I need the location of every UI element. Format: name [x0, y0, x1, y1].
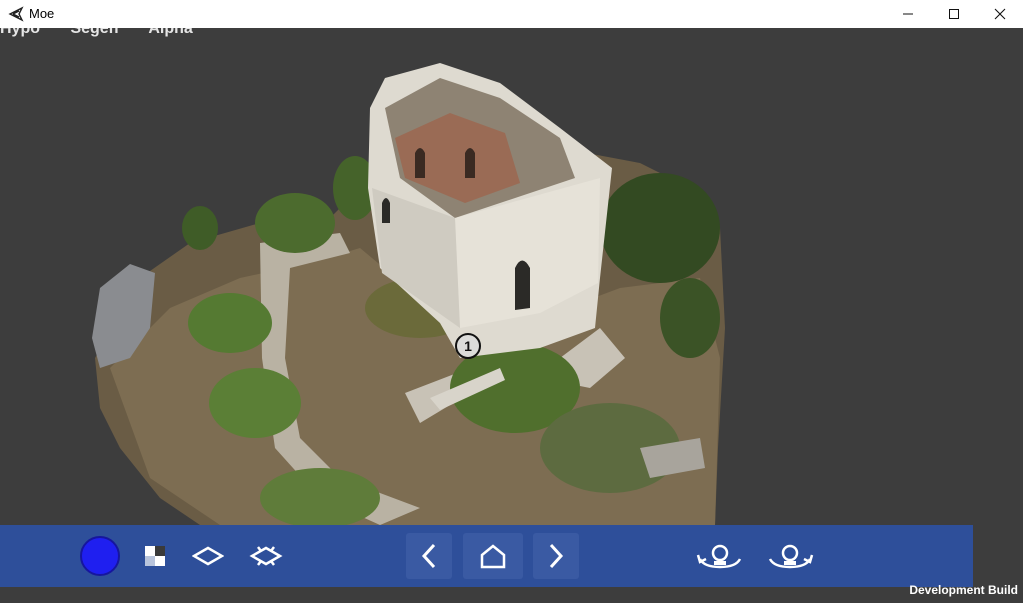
checker-icon: [145, 546, 165, 566]
window-title: Moe: [29, 6, 55, 21]
rotate-left-icon: [696, 544, 742, 569]
maximize-icon: [949, 9, 959, 19]
annotation-marker[interactable]: 1: [455, 333, 481, 359]
home-icon: [480, 544, 506, 569]
spiky-diamond-icon: [249, 546, 283, 566]
view-mode-button[interactable]: [190, 541, 226, 571]
chevron-left-icon: [421, 543, 436, 569]
rotate-left-button[interactable]: [695, 539, 745, 573]
rotate-right-button[interactable]: [765, 539, 815, 573]
checker-button[interactable]: [140, 541, 170, 571]
home-button[interactable]: [463, 533, 523, 579]
diamond-icon: [192, 546, 224, 566]
color-picker-button[interactable]: [80, 536, 120, 576]
previous-button[interactable]: [406, 533, 452, 579]
rotate-right-icon: [768, 544, 814, 569]
chevron-right-icon: [549, 543, 564, 569]
close-icon: [994, 8, 1006, 20]
castle-3d-model: [92, 63, 725, 528]
explode-view-button[interactable]: [248, 539, 284, 573]
close-button[interactable]: [977, 0, 1023, 28]
unity-icon: [8, 6, 24, 22]
maximize-button[interactable]: [931, 0, 977, 28]
minimize-icon: [903, 13, 913, 15]
bottom-toolbar: [0, 525, 973, 587]
title-bar: Moe: [0, 0, 1023, 28]
3d-viewport[interactable]: Hypo Segen Alpha 1 Development Build: [0, 28, 1023, 603]
minimize-button[interactable]: [885, 0, 931, 28]
build-label: Development Build: [909, 583, 1018, 597]
next-button[interactable]: [533, 533, 579, 579]
